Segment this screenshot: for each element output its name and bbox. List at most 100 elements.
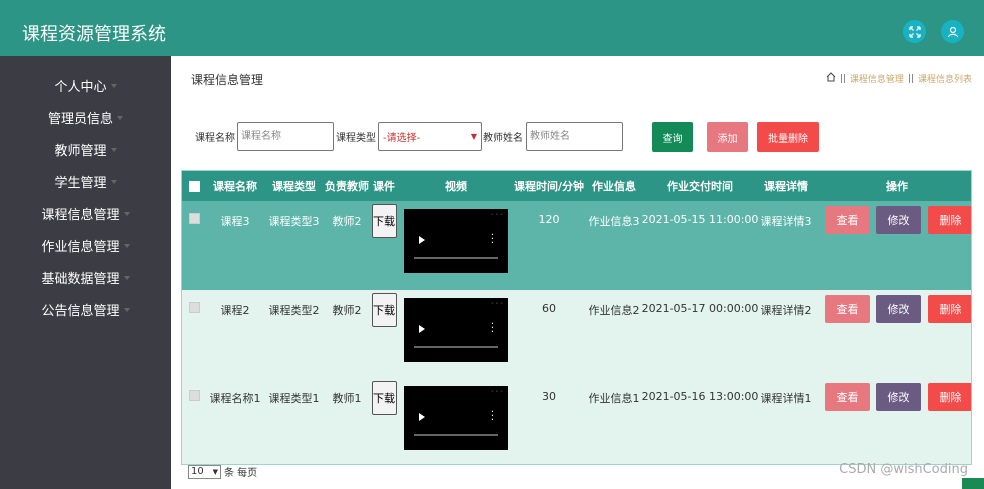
column-header: 课程详情: [764, 180, 808, 193]
video-controls-icons: ◦ ◦ ◦: [490, 212, 503, 218]
download-button[interactable]: 下载: [371, 293, 397, 327]
sidebar-item-teacher-management[interactable]: 教师管理: [0, 137, 171, 161]
page-title: 课程信息管理: [191, 73, 264, 87]
home-icon[interactable]: [826, 72, 836, 85]
video-cell: ◦ ◦ ◦ · · ·: [404, 378, 508, 464]
page-size-select[interactable]: 10 ▼: [188, 464, 221, 479]
course-type-select[interactable]: -请选择- ▼: [378, 122, 482, 151]
sidebar-item-label: 作业信息管理: [41, 239, 120, 255]
column-header: 作业交付时间: [667, 180, 733, 193]
row-checkbox[interactable]: [187, 290, 201, 378]
due-time-cell: 2021-05-16 13:00:00: [641, 390, 759, 403]
chevron-down-icon: [123, 244, 130, 248]
breadcrumb-separator: ||: [839, 73, 846, 84]
fullscreen-icon[interactable]: [903, 20, 926, 43]
table-header: 课程名称 课程类型 负责教师 课件 视频 课程时间/分钟 作业信息 作业交付时间…: [182, 171, 971, 201]
video-controls-icons: ◦ ◦ ◦: [490, 389, 503, 395]
table-row[interactable]: 课程名称1 课程类型1 教师1 下载 ◦ ◦ ◦ · · · 30 作业信息1 202…: [182, 378, 971, 464]
course-name-cell: 课程名称1: [209, 392, 261, 405]
more-options-icon[interactable]: · · ·: [491, 320, 494, 338]
sidebar-item-student-management[interactable]: 学生管理: [0, 169, 171, 193]
detail-cell: 课程详情2: [760, 304, 812, 317]
edit-button[interactable]: 修改: [876, 383, 921, 411]
scroll-to-top-button[interactable]: [962, 478, 984, 489]
due-time-cell: 2021-05-15 11:00:00: [641, 213, 759, 226]
row-checkbox[interactable]: [187, 378, 201, 464]
app-title: 课程资源管理系统: [22, 24, 166, 45]
sidebar-item-label: 公告信息管理: [41, 303, 120, 319]
video-player[interactable]: ◦ ◦ ◦ · · ·: [404, 386, 508, 450]
query-button[interactable]: 查询: [652, 122, 693, 152]
teacher-name-input[interactable]: [526, 122, 623, 151]
minutes-cell: 120: [538, 213, 560, 226]
watermark: CSDN @wishCoding: [839, 462, 968, 477]
delete-button[interactable]: 删除: [928, 295, 971, 323]
breadcrumb-item[interactable]: 课程信息列表: [918, 72, 972, 85]
sidebar-item-basic-data-management[interactable]: 基础数据管理: [0, 265, 171, 289]
more-options-icon[interactable]: · · ·: [491, 231, 494, 249]
progress-bar[interactable]: [414, 346, 498, 348]
courseware-cell: 下载: [371, 378, 397, 464]
minutes-cell: 60: [542, 302, 556, 315]
column-header: 课件: [373, 180, 395, 193]
sidebar-item-label: 课程信息管理: [41, 207, 120, 223]
sidebar-item-label: 个人中心: [54, 79, 107, 95]
view-button[interactable]: 查看: [825, 383, 870, 411]
sidebar-item-notice-info-management[interactable]: 公告信息管理: [0, 297, 171, 321]
user-icon[interactable]: [941, 20, 964, 43]
page-size-value: 10: [191, 466, 204, 477]
courseware-cell: 下载: [371, 290, 397, 378]
course-type-cell: 课程类型2: [268, 304, 320, 317]
select-all-checkbox[interactable]: [187, 171, 201, 201]
edit-button[interactable]: 修改: [876, 206, 921, 234]
column-header: 课程名称: [213, 180, 257, 193]
chevron-down-icon: [123, 212, 130, 216]
video-player[interactable]: ◦ ◦ ◦ · · ·: [404, 209, 508, 273]
chevron-down-icon: ▼: [212, 467, 218, 476]
sidebar-item-homework-info-management[interactable]: 作业信息管理: [0, 233, 171, 257]
chevron-down-icon: [123, 276, 130, 280]
course-type-label: 课程类型: [336, 133, 376, 144]
batch-delete-button[interactable]: 批量删除: [757, 122, 819, 152]
delete-button[interactable]: 删除: [928, 383, 971, 411]
edit-button[interactable]: 修改: [876, 295, 921, 323]
play-icon[interactable]: [419, 413, 425, 421]
video-controls-icons: ◦ ◦ ◦: [490, 301, 503, 307]
detail-cell: 课程详情3: [760, 215, 812, 228]
video-cell: ◦ ◦ ◦ · · ·: [404, 290, 508, 378]
course-name-input[interactable]: [237, 122, 334, 151]
teacher-cell: 教师2: [332, 215, 362, 228]
table-row[interactable]: 课程3 课程类型3 教师2 下载 ◦ ◦ ◦ · · · 120 作业信息3 2021…: [182, 201, 971, 290]
teacher-name-label: 教师姓名: [483, 133, 523, 144]
sidebar-item-admin-info[interactable]: 管理员信息: [0, 105, 171, 129]
course-name-cell: 课程2: [220, 304, 250, 317]
homework-cell: 作业信息3: [588, 215, 640, 228]
sidebar-item-course-info-management[interactable]: 课程信息管理: [0, 201, 171, 225]
view-button[interactable]: 查看: [825, 206, 870, 234]
course-name-cell: 课程3: [220, 215, 250, 228]
table-row[interactable]: 课程2 课程类型2 教师2 下载 ◦ ◦ ◦ · · · 60 作业信息2 2021-…: [182, 290, 971, 378]
sidebar-item-personal-center[interactable]: 个人中心: [0, 73, 171, 97]
view-button[interactable]: 查看: [825, 295, 870, 323]
download-button[interactable]: 下载: [371, 381, 397, 415]
chevron-down-icon: [110, 180, 117, 184]
sidebar-item-label: 管理员信息: [47, 111, 113, 127]
chevron-down-icon: ▼: [470, 132, 477, 141]
progress-bar[interactable]: [414, 434, 498, 436]
breadcrumb-item[interactable]: 课程信息管理: [850, 72, 904, 85]
sidebar: 个人中心 管理员信息 教师管理 学生管理 课程信息管理 作业信息管理 基础数据管…: [0, 56, 171, 489]
due-time-cell: 2021-05-17 00:00:00: [641, 302, 759, 315]
add-button[interactable]: 添加: [707, 122, 748, 152]
row-checkbox[interactable]: [187, 201, 201, 290]
delete-button[interactable]: 删除: [928, 206, 971, 234]
sidebar-item-label: 教师管理: [54, 143, 107, 159]
download-button[interactable]: 下载: [371, 204, 397, 238]
more-options-icon[interactable]: · · ·: [491, 408, 494, 426]
detail-cell: 课程详情1: [760, 392, 812, 405]
video-player[interactable]: ◦ ◦ ◦ · · ·: [404, 298, 508, 362]
top-bar: 课程资源管理系统: [0, 0, 984, 56]
play-icon[interactable]: [419, 325, 425, 333]
progress-bar[interactable]: [414, 257, 498, 259]
play-icon[interactable]: [419, 236, 425, 244]
homework-cell: 作业信息2: [588, 304, 640, 317]
